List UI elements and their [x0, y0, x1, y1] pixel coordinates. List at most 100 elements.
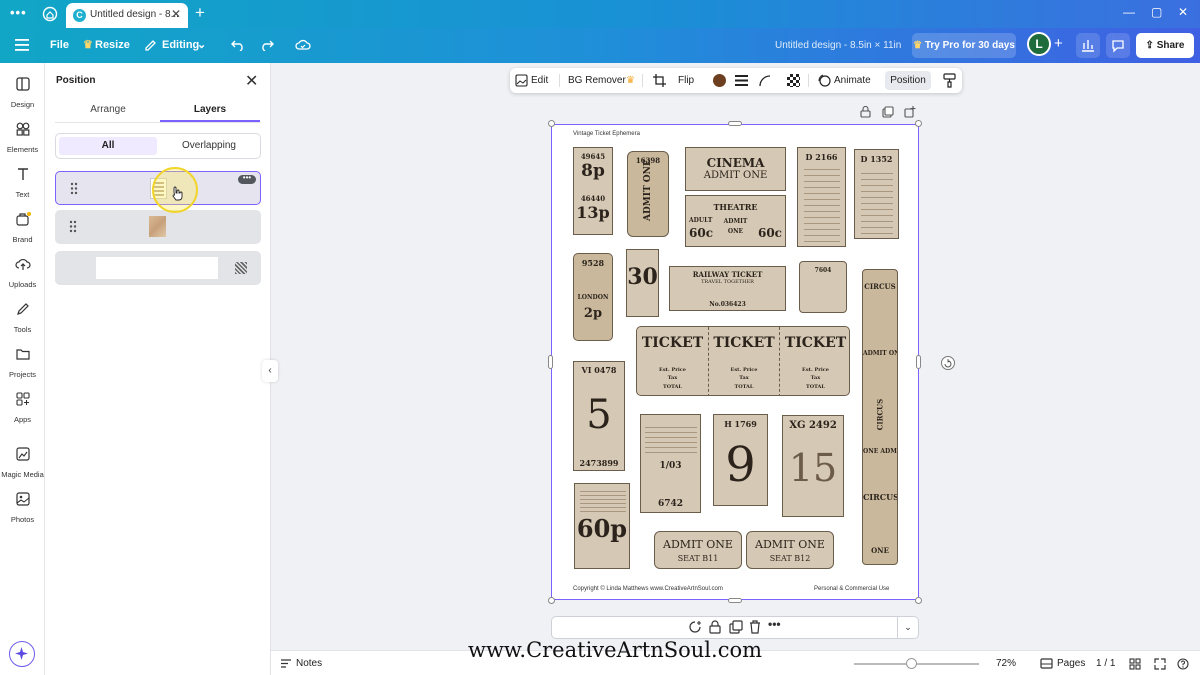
- share-button[interactable]: ⇪ Share: [1136, 33, 1194, 58]
- rail-item-apps[interactable]: Apps: [0, 392, 45, 427]
- bg-remover-button[interactable]: BG Remover: [568, 68, 626, 93]
- lock-icon[interactable]: [709, 620, 721, 634]
- help-icon[interactable]: [1177, 658, 1189, 670]
- redo-icon[interactable]: [260, 39, 274, 51]
- drag-handle-icon[interactable]: [69, 220, 77, 233]
- ticket-five[interactable]: VI 0478 5 2473899: [573, 361, 625, 471]
- rail-item-projects[interactable]: Projects: [0, 347, 45, 382]
- tab-arrange[interactable]: Arrange: [58, 104, 158, 115]
- border-style-icon[interactable]: [735, 75, 748, 86]
- ticket-london[interactable]: 9528 LONDON 2p: [573, 253, 613, 341]
- file-menu[interactable]: File: [50, 28, 69, 63]
- filter-all-button[interactable]: All: [59, 137, 157, 155]
- minimize-icon[interactable]: —: [1123, 5, 1135, 19]
- resize-handle[interactable]: [728, 121, 742, 126]
- canva-assistant-button[interactable]: [9, 641, 35, 667]
- ticket-railway[interactable]: RAILWAY TICKET TRAVEL TOGETHER No.036423: [669, 266, 786, 311]
- document-title[interactable]: Untitled design - 8.5in × 11in: [775, 28, 901, 63]
- drag-handle-icon[interactable]: [70, 182, 78, 195]
- design-page[interactable]: Vintage Ticket Ephemera 49645 8p 46440 1…: [551, 124, 919, 600]
- ticket-railway-2[interactable]: 1/03 6742: [640, 414, 701, 513]
- grid-view-icon[interactable]: [1129, 658, 1141, 670]
- zoom-level[interactable]: 72%: [996, 651, 1016, 675]
- ticket-tag[interactable]: 7604: [799, 261, 847, 313]
- ticket-d2166[interactable]: D 2166: [797, 147, 846, 247]
- comment-icon[interactable]: [1106, 33, 1130, 58]
- rail-item-magic-media[interactable]: Magic Media: [0, 447, 45, 482]
- resize-button[interactable]: Resize: [95, 28, 130, 63]
- resize-handle[interactable]: [548, 120, 555, 127]
- collapse-panel-button[interactable]: ‹: [262, 360, 278, 382]
- corner-rounding-icon[interactable]: [758, 74, 771, 87]
- ticket-nine[interactable]: H 1769 9: [713, 414, 768, 506]
- edit-button[interactable]: Edit: [531, 68, 548, 93]
- flip-button[interactable]: Flip: [678, 68, 694, 93]
- close-window-icon[interactable]: ✕: [1178, 5, 1188, 19]
- ticket-strip-1[interactable]: 49645 8p 46440 13p: [573, 147, 613, 235]
- resize-handle[interactable]: [916, 355, 921, 369]
- cloud-saved-icon[interactable]: [295, 38, 311, 52]
- pages-button[interactable]: Pages: [1057, 651, 1085, 675]
- color-swatch[interactable]: [713, 74, 726, 87]
- ticket-theatre[interactable]: THEATRE ADULT 60c ADMIT ONE 60c: [685, 195, 786, 247]
- undo-icon[interactable]: [231, 39, 245, 51]
- editing-mode-button[interactable]: Editing: [162, 28, 199, 63]
- avatar[interactable]: L: [1027, 32, 1051, 56]
- paint-format-icon[interactable]: [943, 73, 956, 88]
- rail-item-design[interactable]: Design: [0, 77, 45, 112]
- insights-icon[interactable]: [1076, 33, 1100, 58]
- rail-item-photos[interactable]: Photos: [0, 492, 45, 527]
- try-pro-button[interactable]: ♛ Try Pro for 30 days: [912, 33, 1016, 58]
- close-tab-icon[interactable]: ✕: [171, 7, 181, 21]
- zoom-slider-handle[interactable]: [905, 658, 917, 669]
- duplicate-icon[interactable]: [882, 106, 894, 118]
- rail-item-elements[interactable]: Elements: [0, 122, 45, 157]
- rail-item-tools[interactable]: Tools: [0, 302, 45, 337]
- trash-icon[interactable]: [749, 620, 761, 634]
- position-button[interactable]: Position: [885, 71, 931, 90]
- home-icon[interactable]: [42, 6, 58, 22]
- animate-button[interactable]: Animate: [834, 68, 871, 93]
- more-options-icon[interactable]: •••: [238, 174, 256, 184]
- add-page-icon[interactable]: [904, 106, 916, 118]
- rail-item-brand[interactable]: Brand: [0, 212, 45, 247]
- browser-menu-icon[interactable]: •••: [10, 5, 27, 20]
- ticket-cinema[interactable]: CINEMA ADMIT ONE: [685, 147, 786, 191]
- ticket-seat-b12[interactable]: ADMIT ONE SEAT B12: [746, 531, 834, 569]
- resize-handle[interactable]: [728, 598, 742, 603]
- resize-handle[interactable]: [915, 120, 922, 127]
- ticket-d1352[interactable]: D 1352: [854, 149, 899, 239]
- add-collaborator-icon[interactable]: +: [1049, 33, 1069, 58]
- resize-handle[interactable]: [548, 597, 555, 604]
- close-icon[interactable]: ✕: [245, 71, 258, 91]
- fullscreen-icon[interactable]: [1154, 658, 1166, 670]
- browser-tab[interactable]: C Untitled design - 8... ✕: [66, 3, 188, 28]
- maximize-icon[interactable]: ▢: [1151, 5, 1162, 19]
- chevron-down-icon[interactable]: ⌄: [897, 617, 918, 638]
- ticket-30[interactable]: 30: [626, 249, 659, 317]
- resize-handle[interactable]: [915, 597, 922, 604]
- ai-comment-icon[interactable]: [688, 620, 702, 634]
- ticket-admit-vertical[interactable]: 16398 ADMIT ONE: [627, 151, 669, 237]
- new-tab-icon[interactable]: +: [195, 3, 205, 23]
- lock-icon[interactable]: [860, 106, 871, 118]
- menu-icon[interactable]: [15, 39, 29, 51]
- ticket-fifteen[interactable]: XG 2492 15: [782, 415, 844, 517]
- crop-icon[interactable]: [653, 74, 666, 87]
- ticket-seat-b11[interactable]: ADMIT ONE SEAT B11: [654, 531, 742, 569]
- resize-handle[interactable]: [548, 355, 553, 369]
- rotate-icon[interactable]: [941, 356, 955, 370]
- notes-button[interactable]: Notes: [296, 651, 322, 675]
- transparency-icon[interactable]: [787, 74, 800, 87]
- more-options-icon[interactable]: •••: [768, 617, 781, 631]
- rail-item-text[interactable]: Text: [0, 167, 45, 202]
- layer-row-texture[interactable]: [55, 210, 261, 244]
- layer-row-background[interactable]: [55, 251, 261, 285]
- filter-overlapping-button[interactable]: Overlapping: [160, 137, 258, 155]
- ticket-sixty[interactable]: 60p: [574, 483, 630, 569]
- tab-layers[interactable]: Layers: [160, 104, 260, 115]
- ticket-triple-strip[interactable]: TICKET Est. Price Tax TOTAL TICKET Est. …: [636, 326, 850, 396]
- ticket-circus-strip[interactable]: CIRCUS ADMIT ONE CIRCUS ONE ADMIT CIRCUS…: [862, 269, 898, 565]
- duplicate-icon[interactable]: [729, 620, 743, 634]
- rail-item-uploads[interactable]: Uploads: [0, 257, 45, 292]
